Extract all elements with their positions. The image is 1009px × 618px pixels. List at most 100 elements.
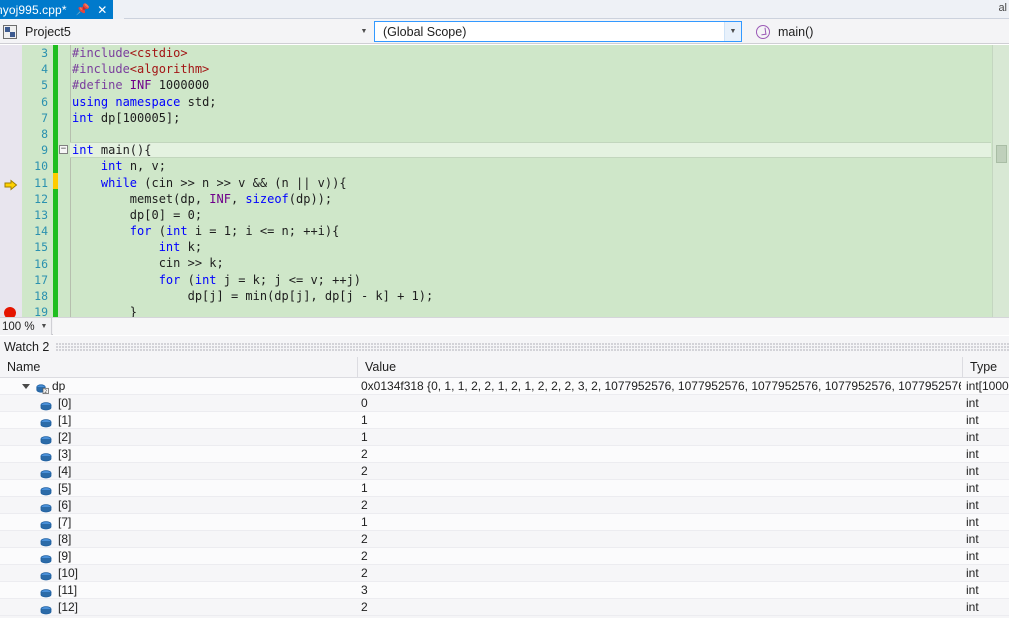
zoom-level-dropdown[interactable]: 100 % ▼ — [0, 318, 52, 335]
editor-status-bar: 100 % ▼ — [0, 317, 1009, 335]
field-icon — [40, 501, 52, 513]
code-line[interactable]: for (int i = 1; i <= n; ++i){ — [70, 223, 991, 239]
code-token: #define — [72, 78, 130, 93]
chevron-down-icon[interactable]: ▼ — [37, 323, 51, 330]
watch-row[interactable]: [5] 1 int — [0, 480, 1009, 497]
watch-cell-value[interactable]: 2 — [361, 497, 961, 513]
watch-variable-name: [8] — [58, 532, 72, 546]
code-line[interactable]: int n, v; — [70, 158, 991, 174]
watch-cell-value[interactable]: 1 — [361, 514, 961, 530]
code-line[interactable]: for (int j = k; j <= v; ++j) — [70, 272, 991, 288]
code-line[interactable]: cin >> k; — [70, 255, 991, 271]
watch-row[interactable]: [0] 0 int — [0, 395, 1009, 412]
code-editor[interactable]: 3 4 5 6 7 8 9 10 11 12 13 14 15 16 17 18 19 − #include<c… — [0, 45, 1009, 317]
chevron-down-icon[interactable] — [22, 384, 30, 389]
watch-cell-name[interactable]: [10] — [0, 565, 358, 581]
watch-cell-name[interactable]: [1] — [0, 412, 358, 428]
watch-cell-value[interactable]: 2 — [361, 548, 961, 564]
watch-row[interactable]: [2] 1 int — [0, 429, 1009, 446]
watch-cell-value[interactable]: 0x0134f318 {0, 1, 1, 2, 2, 1, 2, 1, 2, 2… — [361, 378, 961, 394]
tab-strip-empty-area — [124, 0, 1009, 19]
watch-row[interactable]: [3] 2 int — [0, 446, 1009, 463]
code-line[interactable]: dp[0] = 0; — [70, 207, 991, 223]
watch-cell-type: int — [966, 566, 979, 580]
code-line[interactable]: #define INF 1000000 — [70, 77, 991, 93]
code-line[interactable]: int main(){ — [70, 142, 991, 158]
watch-row[interactable]: [12] 2 int — [0, 599, 1009, 616]
tab-nyoj995-cpp[interactable]: nyoj995.cpp* 📌 ✕ — [0, 0, 114, 19]
code-token: i = 1; i <= n; ++i){ — [187, 224, 340, 239]
column-header-name[interactable]: Name — [0, 357, 358, 377]
watch-variable-name: [0] — [58, 396, 72, 410]
column-header-type[interactable]: Type — [963, 357, 1009, 377]
code-line[interactable]: int k; — [70, 239, 991, 255]
watch-cell-value[interactable]: 0 — [361, 395, 961, 411]
watch-cell-value[interactable]: 1 — [361, 429, 961, 445]
watch-cell-value[interactable]: 2 — [361, 446, 961, 462]
watch-row[interactable]: [11] 3 int — [0, 582, 1009, 599]
pin-icon[interactable]: 📌 — [75, 3, 89, 16]
watch-cell-name[interactable]: [9] — [0, 548, 358, 564]
watch-cell-value[interactable]: 1 — [361, 412, 961, 428]
watch-cell-type: int — [966, 600, 979, 614]
watch-cell-value[interactable]: 2 — [361, 599, 961, 615]
watch-row[interactable]: [7] 1 int — [0, 514, 1009, 531]
field-icon — [40, 569, 52, 581]
code-line[interactable]: } — [70, 304, 991, 317]
outlining-margin[interactable]: − — [58, 45, 70, 317]
watch-row[interactable]: [1] 1 int — [0, 412, 1009, 429]
watch-cell-name[interactable]: [2] — [0, 429, 358, 445]
code-line[interactable]: while (cin >> n >> v && (n || v)){ — [70, 175, 991, 191]
code-line[interactable] — [70, 126, 991, 142]
member-dropdown[interactable]: main() — [752, 21, 1007, 42]
editor-vertical-scrollbar[interactable] — [992, 45, 1009, 317]
code-line[interactable]: memset(dp, INF, sizeof(dp)); — [70, 191, 991, 207]
column-header-value[interactable]: Value — [358, 357, 963, 377]
chevron-down-icon[interactable]: ▼ — [356, 28, 372, 35]
code-token: dp[0] = 0; — [72, 207, 203, 222]
watch-cell-value[interactable]: 2 — [361, 565, 961, 581]
line-number: 6 — [41, 94, 48, 109]
watch-cell-value[interactable]: 2 — [361, 531, 961, 547]
watch-row[interactable]: [8] 2 int — [0, 531, 1009, 548]
watch-row[interactable]: 2 dp 0x0134f318 {0, 1, 1, 2, 2, 1, 2, 1, 2… — [0, 378, 1009, 395]
watch-cell-name[interactable]: [6] — [0, 497, 358, 513]
breakpoint-icon[interactable] — [4, 307, 16, 317]
watch-cell-name[interactable]: [3] — [0, 446, 358, 462]
watch-cell-name[interactable]: [12] — [0, 599, 358, 615]
code-token: (cin >> n >> v && (n || v)){ — [137, 175, 347, 190]
close-icon[interactable]: ✕ — [97, 4, 107, 16]
scrollbar-thumb[interactable] — [996, 145, 1007, 163]
watch-cell-name[interactable]: [7] — [0, 514, 358, 530]
code-line[interactable]: int dp[100005]; — [70, 110, 991, 126]
watch-cell-name[interactable]: [11] — [0, 582, 358, 598]
code-line[interactable]: #include<cstdio> — [70, 45, 991, 61]
watch-cell-value[interactable]: 3 — [361, 582, 961, 598]
code-line[interactable]: #include<algorithm> — [70, 61, 991, 77]
code-text-area[interactable]: #include<cstdio> #include<algorithm> #defi… — [70, 45, 991, 317]
line-number: 8 — [41, 127, 48, 141]
watch-cell-type: int — [966, 413, 979, 427]
collapse-region-toggle[interactable]: − — [59, 145, 68, 155]
watch-cell-name[interactable]: 2 dp — [0, 378, 358, 394]
watch-row[interactable]: [4] 2 int — [0, 463, 1009, 480]
code-line[interactable]: using namespace std; — [70, 94, 991, 110]
watch-cell-name[interactable]: [4] — [0, 463, 358, 479]
watch-rows-container[interactable]: 2 dp 0x0134f318 {0, 1, 1, 2, 2, 1, 2, 1, 2… — [0, 378, 1009, 618]
watch-row[interactable]: [6] 2 int — [0, 497, 1009, 514]
watch-cell-name[interactable]: [5] — [0, 480, 358, 496]
watch-cell-value[interactable]: 1 — [361, 480, 961, 496]
watch-cell-name[interactable]: [8] — [0, 531, 358, 547]
watch-row[interactable]: [9] 2 int — [0, 548, 1009, 565]
scope-dropdown[interactable]: (Global Scope) ▼ — [374, 21, 742, 42]
watch-cell-name[interactable]: [0] — [0, 395, 358, 411]
field-icon — [40, 518, 52, 530]
code-line[interactable]: dp[j] = min(dp[j], dp[j - k] + 1); — [70, 288, 991, 304]
watch-row[interactable]: [10] 2 int — [0, 565, 1009, 582]
chevron-down-icon[interactable]: ▼ — [724, 22, 741, 41]
watch-variable-name: dp — [52, 379, 66, 393]
watch-cell-value[interactable]: 2 — [361, 463, 961, 479]
project-dropdown[interactable]: Project5 ▼ — [0, 21, 372, 42]
line-number: 15 — [34, 240, 48, 255]
